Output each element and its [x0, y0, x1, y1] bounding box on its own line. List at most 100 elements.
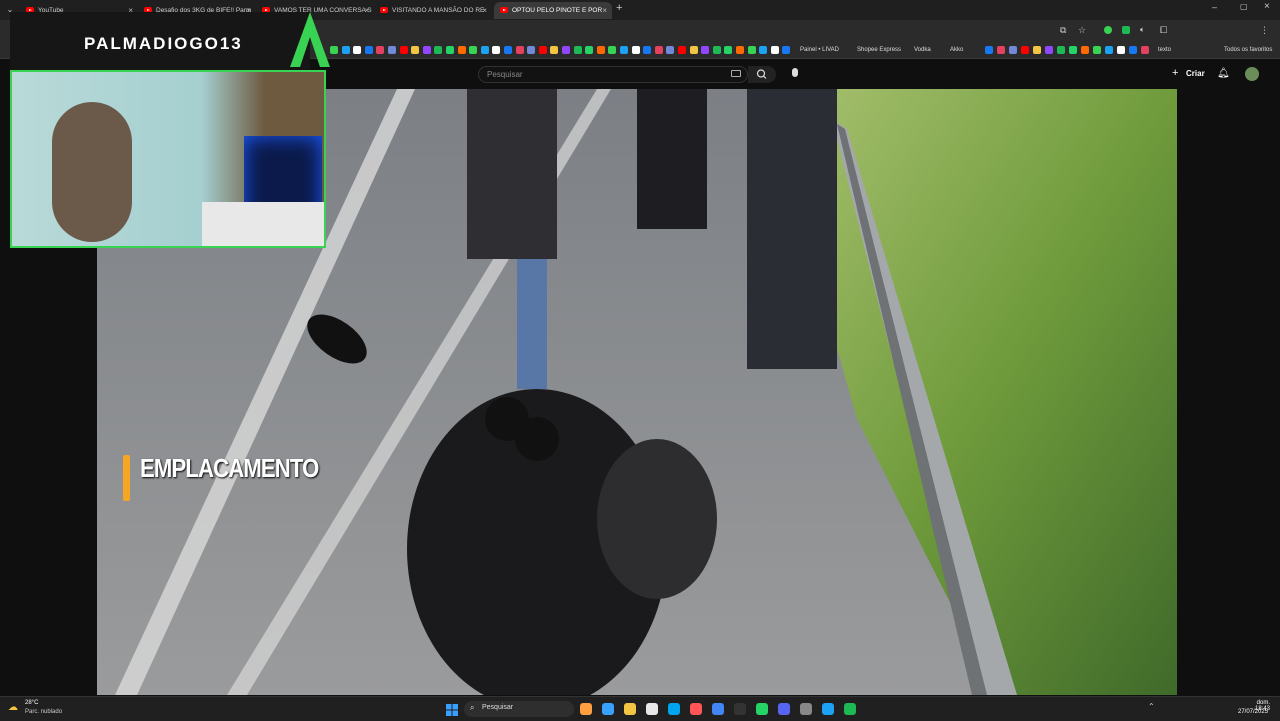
- weather-icon[interactable]: ☁: [8, 702, 18, 713]
- bookmark-favicon-icon[interactable]: [1117, 46, 1125, 54]
- menu-icon[interactable]: ⋮: [1260, 25, 1269, 36]
- bookmark-favicon-icon[interactable]: [1129, 46, 1137, 54]
- search-input[interactable]: Pesquisar: [478, 66, 748, 83]
- close-icon[interactable]: ×: [482, 2, 487, 19]
- bookmark-favicon-icon[interactable]: [701, 46, 710, 54]
- bookmark-favicon-icon[interactable]: [712, 46, 721, 54]
- bookmark-favicon-icon[interactable]: [1105, 46, 1113, 54]
- bookmark-favicon-icon[interactable]: [480, 46, 489, 54]
- bookmark-favicon-icon[interactable]: [1045, 46, 1053, 54]
- bookmark-favicon-icon[interactable]: [411, 46, 420, 54]
- bookmark-favicon-icon[interactable]: [782, 46, 791, 54]
- bookmark-favicon-icon[interactable]: [515, 46, 524, 54]
- bookmark-favicon-icon[interactable]: [364, 46, 373, 54]
- bookmark-favicon-icon[interactable]: [596, 46, 605, 54]
- bookmark-favicon-icon[interactable]: [573, 46, 582, 54]
- bookmark-favicon-icon[interactable]: [654, 46, 663, 54]
- bookmark-favicon-icon[interactable]: [376, 46, 385, 54]
- microphone-icon[interactable]: [792, 68, 798, 77]
- bookmark-favicon-icon[interactable]: [631, 46, 640, 54]
- bookmark-favicon-icon[interactable]: [399, 46, 408, 54]
- bookmark-favicon-icon[interactable]: [527, 46, 536, 54]
- bookmark-favicon-icon[interactable]: [608, 46, 617, 54]
- bookmark-favicon-icon[interactable]: [1009, 46, 1017, 54]
- bookmark-favicon-icon[interactable]: [469, 46, 478, 54]
- bookmark-favicon-icon[interactable]: [747, 46, 756, 54]
- bookmark-favicon-icon[interactable]: [341, 46, 350, 54]
- taskbar-app-icon[interactable]: [734, 703, 746, 715]
- taskbar-app-icon[interactable]: [844, 703, 856, 715]
- bookmark-painel[interactable]: Painel • LIVAD: [800, 45, 839, 55]
- bookmark-favicon-icon[interactable]: [434, 46, 443, 54]
- taskbar-search[interactable]: ⌕ Pesquisar: [464, 701, 574, 717]
- bookmark-favicon-icon[interactable]: [724, 46, 733, 54]
- taskbar-app-icon[interactable]: [646, 703, 658, 715]
- bookmark-all-favorites[interactable]: Todos os favoritos: [1224, 45, 1272, 55]
- speaker-icon[interactable]: 🔈︎: [1140, 25, 1145, 35]
- close-window-icon[interactable]: ×: [1264, 1, 1270, 12]
- taskbar-app-icon[interactable]: [778, 703, 790, 715]
- bookmark-favicon-icon[interactable]: [1057, 46, 1065, 54]
- bookmark-akko[interactable]: Akko: [950, 45, 963, 55]
- bookmark-favicon-icon[interactable]: [353, 46, 362, 54]
- weather-temp[interactable]: 28°C: [25, 700, 38, 706]
- bookmark-vodka[interactable]: Vodka: [914, 45, 931, 55]
- bookmark-favicon-icon[interactable]: [689, 46, 698, 54]
- bookmark-favicon-icon[interactable]: [504, 46, 512, 54]
- bookmark-favicon-icon[interactable]: [997, 46, 1005, 54]
- bookmark-favicon-icon[interactable]: [770, 46, 779, 54]
- bookmark-shopee[interactable]: Shopee Express: [857, 45, 901, 55]
- bookmark-favicon-icon[interactable]: [1069, 46, 1077, 54]
- bookmark-favicon-icon[interactable]: [620, 46, 628, 54]
- create-plus-icon[interactable]: +: [1172, 67, 1178, 79]
- close-icon[interactable]: ×: [602, 2, 607, 19]
- bookmark-favicon-icon[interactable]: [1093, 46, 1101, 54]
- clock-date[interactable]: 27/07/2025: [1238, 709, 1268, 715]
- minimize-icon[interactable]: –: [1212, 2, 1217, 12]
- notifications-bell-icon[interactable]: 🔔︎: [1217, 68, 1230, 79]
- bookmark-favicon-icon[interactable]: [388, 46, 396, 54]
- bookmark-favicon-icon[interactable]: [550, 46, 559, 54]
- bookmark-favicon-icon[interactable]: [585, 46, 594, 54]
- taskbar-app-icon[interactable]: [624, 703, 636, 715]
- bookmark-favicon-icon[interactable]: [643, 46, 652, 54]
- avatar[interactable]: [1245, 67, 1259, 81]
- bookmark-favicon-icon[interactable]: [759, 46, 768, 54]
- taskbar-app-icon[interactable]: [580, 703, 592, 715]
- bookmark-favicon-icon[interactable]: [736, 46, 744, 54]
- close-icon[interactable]: ×: [364, 2, 369, 19]
- taskbar-app-icon[interactable]: [668, 703, 680, 715]
- taskbar-app-icon[interactable]: [756, 703, 768, 715]
- bookmark-favicon-icon[interactable]: [330, 46, 338, 54]
- bookmark-favicon-icon[interactable]: [985, 46, 993, 54]
- taskbar-app-icon[interactable]: [800, 703, 812, 715]
- bookmark-favicon-icon[interactable]: [492, 46, 501, 54]
- bookmark-favicon-icon[interactable]: [678, 46, 686, 54]
- bookmark-favicon-icon[interactable]: [446, 46, 454, 54]
- bookmark-favicon-icon[interactable]: [1141, 46, 1149, 54]
- bookmark-favicon-icon[interactable]: [422, 46, 431, 54]
- start-button[interactable]: [446, 703, 458, 716]
- taskbar-app-icon[interactable]: [712, 703, 724, 715]
- taskbar-app-icon[interactable]: [602, 703, 614, 715]
- new-tab-button[interactable]: +: [616, 2, 622, 14]
- weather-desc[interactable]: Parc. nublado: [25, 709, 62, 715]
- taskbar-app-icon[interactable]: [690, 703, 702, 715]
- keyboard-icon[interactable]: [731, 70, 741, 77]
- tab-video-active[interactable]: OPTOU PELO PINOTE E POR ×: [494, 2, 612, 19]
- extension-icon[interactable]: [1104, 26, 1112, 34]
- bookmark-favicon-icon[interactable]: [562, 46, 570, 54]
- search-button[interactable]: [748, 66, 776, 83]
- bookmark-favicon-icon[interactable]: [457, 46, 466, 54]
- bookmark-favicon-icon[interactable]: [1033, 46, 1041, 54]
- cast-icon[interactable]: ⧉: [1060, 25, 1066, 36]
- bookmark-favicon-icon[interactable]: [1081, 46, 1089, 54]
- taskbar-app-icon[interactable]: [822, 703, 834, 715]
- bookmark-favicon-icon[interactable]: [666, 46, 675, 54]
- tab-video-3[interactable]: VISITANDO A MANSÃO DO RE ×: [374, 2, 492, 19]
- tray-chevron-icon[interactable]: ⌃: [1148, 702, 1155, 711]
- bookmark-texto[interactable]: texto: [1158, 45, 1171, 55]
- create-button[interactable]: Criar: [1186, 69, 1205, 78]
- star-icon[interactable]: ☆: [1078, 25, 1086, 36]
- extension-icon[interactable]: [1122, 26, 1130, 34]
